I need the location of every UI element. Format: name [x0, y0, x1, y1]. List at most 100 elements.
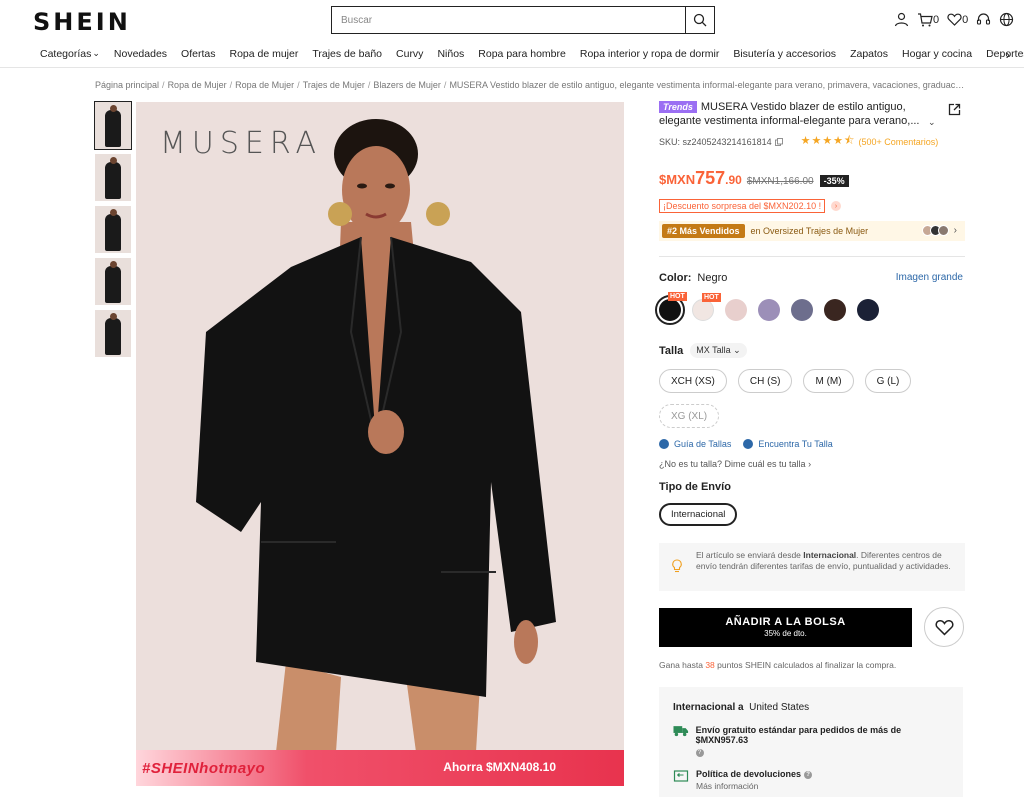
surprise-discount-row[interactable]: ¡Descuento sorpresa del $MXN202.10 ! ›	[659, 199, 965, 213]
account-button[interactable]	[894, 12, 909, 27]
support-button[interactable]	[976, 12, 991, 27]
expand-title-icon[interactable]: ⌄	[928, 117, 936, 128]
nav-items: Categorías ⌄ Novedades Ofertas Ropa de muje…	[40, 48, 1024, 60]
model-illustration	[196, 119, 556, 752]
breadcrumb-separator: /	[443, 80, 447, 90]
nav-item[interactable]: Curvy	[396, 48, 423, 60]
add-to-wishlist-button[interactable]	[924, 607, 964, 647]
nav-item[interactable]: Hogar y cocina	[902, 48, 972, 60]
rating-stars[interactable]: ★★★★⯪	[801, 132, 856, 151]
bestseller-category: en Oversized Trajes de Mujer	[750, 226, 869, 236]
nav-item[interactable]: Ropa de mujer	[229, 48, 298, 60]
shipping-option-international[interactable]: Internacional	[659, 503, 738, 526]
thumbnail-head	[110, 157, 117, 164]
surprise-discount-label: ¡Descuento sorpresa del $MXN202.10 !	[659, 199, 826, 213]
nav-item[interactable]: Trajes de baño	[312, 48, 382, 60]
thumbnail[interactable]	[94, 101, 132, 150]
wishlist-count: 0	[962, 13, 969, 26]
color-swatch[interactable]	[791, 299, 813, 321]
delivery-origin: Internacional a	[673, 702, 744, 713]
color-swatch[interactable]	[725, 299, 747, 321]
copy-icon[interactable]	[774, 137, 783, 146]
add-to-bag-discount: 35% de dto.	[764, 629, 807, 638]
size-option[interactable]: XG (XL)	[659, 404, 720, 428]
color-swatch[interactable]	[824, 299, 846, 321]
size-option[interactable]: CH (S)	[737, 369, 793, 393]
thumbnail-head	[110, 209, 117, 216]
returns-policy[interactable]: Política de devoluciones?	[696, 769, 813, 779]
shein-logo[interactable]: SHEIN	[33, 8, 131, 36]
question-icon[interactable]: ?	[804, 770, 813, 779]
breadcrumb-separator: /	[367, 80, 371, 90]
main-product-image[interactable]: MUSERA #SHEINhotmayo Ahorra $MXN408.10	[136, 102, 624, 786]
thumbnail[interactable]	[95, 310, 131, 357]
cart-button[interactable]: 0	[917, 12, 939, 27]
thumbnail[interactable]	[95, 258, 131, 305]
more-info-link[interactable]: Más información	[696, 781, 812, 791]
search-button[interactable]	[685, 7, 714, 33]
language-button[interactable]	[999, 12, 1014, 27]
breadcrumb-separator: /	[162, 80, 165, 90]
thumbnail-figure	[105, 318, 121, 355]
breadcrumb-item[interactable]: Ropa de Mujer	[168, 80, 227, 90]
size-system-select[interactable]: MX Talla ⌄	[690, 343, 747, 358]
breadcrumb-item[interactable]: Ropa de Mujer	[235, 80, 294, 90]
breadcrumb-item[interactable]: Página principal	[95, 80, 159, 90]
search-input[interactable]	[332, 7, 685, 33]
free-shipping-row: Envío gratuito estándar para pedidos de …	[673, 725, 949, 757]
sku-row: SKU: sz2405243214161814 ★★★★⯪ (500+ Come…	[659, 132, 965, 151]
thumbnail[interactable]	[95, 154, 131, 201]
reviews-link[interactable]: (500+ Comentarios)	[858, 137, 938, 147]
find-size-link[interactable]: Encuentra Tu Talla	[743, 439, 833, 449]
breadcrumb-item[interactable]: Trajes de Mujer	[303, 80, 365, 90]
color-swatch[interactable]	[857, 299, 879, 321]
size-option[interactable]: XCH (XS)	[659, 369, 727, 393]
breadcrumb-separator: /	[297, 80, 300, 90]
nav-item[interactable]: Bisutería y accesorios	[733, 48, 836, 60]
color-swatch[interactable]: HOT	[692, 293, 721, 321]
thumbnail-head	[110, 105, 117, 112]
breadcrumb-separator: /	[229, 80, 233, 90]
size-option[interactable]: M (M)	[803, 369, 854, 393]
nav-item[interactable]: Categorías	[40, 48, 91, 60]
returns-policy-text: Política de devoluciones	[696, 769, 802, 779]
price-currency: $MXN	[659, 172, 696, 187]
size-label: Talla	[659, 344, 684, 357]
thumbnail-figure	[105, 214, 121, 251]
shipping-info-origin: Internacional	[803, 550, 857, 560]
size-option[interactable]: G (L)	[864, 369, 912, 393]
wishlist-button[interactable]: 0	[947, 13, 968, 26]
ask-size-link[interactable]: ¿No es tu talla? Dime cuál es tu talla ›	[659, 459, 965, 469]
size-system-value: MX Talla	[696, 345, 731, 355]
category-nav: Categorías ⌄ Novedades Ofertas Ropa de muje…	[0, 44, 1024, 68]
breadcrumb-item[interactable]: Blazers de Mujer	[373, 80, 441, 90]
delivery-destination[interactable]: Internacional a United States	[673, 702, 949, 713]
size-guide-text: Guía de Tallas	[674, 439, 732, 449]
large-image-link[interactable]: Imagen grande	[896, 272, 963, 283]
bestseller-banner[interactable]: #2 Más Vendidos en Oversized Trajes de M…	[659, 221, 965, 241]
thumbnail[interactable]	[95, 206, 131, 253]
free-shipping-text: Envío gratuito estándar para pedidos de …	[695, 725, 902, 745]
nav-item[interactable]: Zapatos	[850, 48, 888, 60]
nav-item[interactable]: Ropa interior y ropa de dormir	[580, 48, 719, 60]
shipping-info-box: El artículo se enviará desde Internacion…	[659, 543, 965, 591]
nav-item[interactable]: Niños	[437, 48, 464, 60]
color-swatch[interactable]	[758, 299, 780, 321]
nav-scroll-right-icon[interactable]: ›	[1006, 47, 1010, 62]
question-icon[interactable]: ?	[695, 748, 704, 757]
shipping-info-prefix: El artículo se enviará desde	[696, 550, 804, 560]
promo-hashtag: #SHEINhotmayo	[142, 759, 266, 777]
promo-bar[interactable]: #SHEINhotmayo Ahorra $MXN408.10	[136, 750, 624, 786]
size-guide-link[interactable]: Guía de Tallas	[659, 439, 731, 449]
thumbnail-figure	[105, 266, 121, 303]
nav-item[interactable]: Ropa para hombre	[478, 48, 566, 60]
nav-item[interactable]: Novedades	[114, 48, 167, 60]
price-main: 757	[695, 168, 726, 188]
add-to-bag-button[interactable]: AÑADIR A LA BOLSA 35% de dto.	[659, 607, 912, 647]
color-swatch[interactable]: HOT	[655, 292, 687, 325]
color-row: Color: Negro Imagen grande	[659, 272, 965, 284]
nav-item[interactable]: Ofertas	[181, 48, 215, 60]
share-button[interactable]	[948, 103, 961, 119]
color-label: Color:	[659, 272, 692, 284]
nav-scroll-left-icon[interactable]: ‹	[990, 47, 994, 59]
